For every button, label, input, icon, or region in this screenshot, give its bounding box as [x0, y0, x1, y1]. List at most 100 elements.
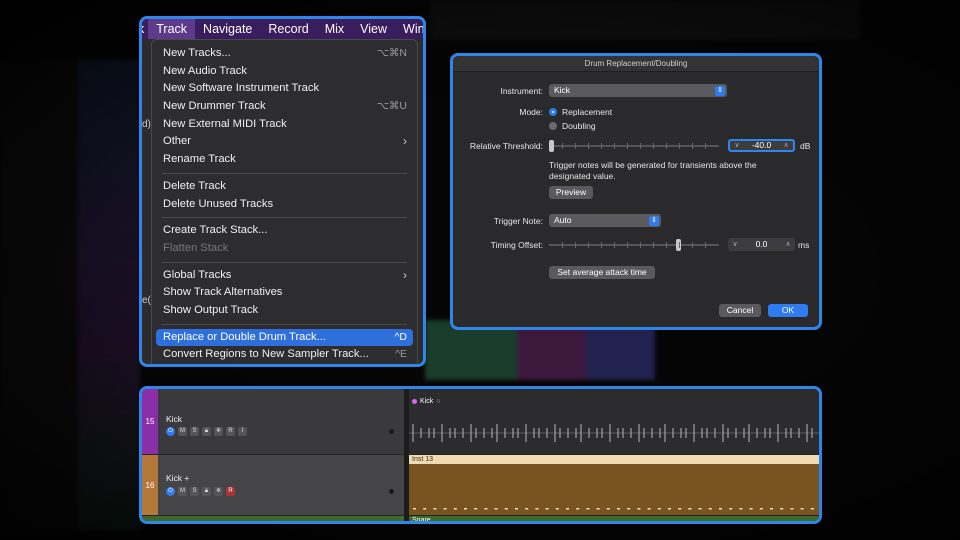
- menu-item-label: Delete Track: [163, 179, 226, 192]
- dialog-title: Drum Replacement/Doubling: [453, 56, 819, 72]
- slider-tick: [653, 143, 654, 149]
- mute-button[interactable]: M: [178, 487, 187, 496]
- menu-item-label: Flatten Stack: [163, 241, 229, 254]
- menubar-item-window[interactable]: Window: [395, 19, 423, 39]
- decrement-icon[interactable]: ∨: [732, 141, 742, 150]
- menu-item[interactable]: Delete Unused Tracks: [152, 196, 417, 214]
- instrument-popup[interactable]: Kick ⇕: [549, 84, 727, 97]
- record-button[interactable]: R: [226, 427, 235, 436]
- midi-note: [525, 508, 529, 510]
- slider-tick: [627, 143, 628, 149]
- midi-note: [596, 508, 600, 510]
- increment-icon[interactable]: ∧: [783, 238, 793, 251]
- solo-button[interactable]: S: [190, 487, 199, 496]
- threshold-label: Relative Threshold:: [469, 141, 543, 151]
- decrement-icon[interactable]: ∨: [730, 238, 740, 251]
- solo-button[interactable]: S: [190, 427, 199, 436]
- menu-item[interactable]: Global Tracks ›: [152, 267, 417, 285]
- menu-item-label: New External MIDI Track: [163, 117, 287, 130]
- menu-item[interactable]: New Audio Track: [152, 63, 417, 81]
- menubar-item-track[interactable]: Track: [148, 19, 196, 39]
- midi-note: [453, 508, 457, 510]
- instrument-value: Kick: [554, 85, 571, 95]
- menubar-item-view[interactable]: View: [352, 19, 395, 39]
- timing-offset-slider[interactable]: [549, 239, 719, 251]
- menu-item[interactable]: Replace or Double Drum Track... ^D: [156, 328, 413, 347]
- activity-led: [389, 429, 394, 434]
- mode-doubling-radio[interactable]: Doubling: [549, 121, 596, 131]
- track-name[interactable]: Kick +: [166, 473, 189, 483]
- menubar-item-mix[interactable]: Mix: [317, 19, 352, 39]
- threshold-field[interactable]: ∨ -40.0 ∧: [728, 139, 795, 152]
- midi-note: [647, 508, 651, 510]
- loop-icon: ○: [436, 398, 441, 405]
- menu-item[interactable]: Convert Regions to New Sampler Track... ^…: [152, 346, 417, 364]
- set-average-attack-button[interactable]: Set average attack time: [549, 266, 655, 279]
- midi-note: [678, 508, 682, 510]
- menu-item[interactable]: Delete Track: [152, 178, 417, 196]
- preview-button[interactable]: Preview: [549, 186, 593, 199]
- track-row[interactable]: 16 Kick + ⏻ M S 🔒︎ ❄ R: [142, 455, 404, 515]
- mode-label: Mode:: [519, 107, 543, 117]
- slider-tick: [562, 242, 563, 248]
- track-name[interactable]: Kick: [166, 414, 182, 424]
- slider-tick: [679, 242, 680, 248]
- track-number: 15: [142, 389, 158, 454]
- ok-button[interactable]: OK: [768, 304, 808, 317]
- midi-note: [627, 508, 631, 510]
- track-row[interactable]: 15 Kick ⏻ M S 🔒︎ ❄ R I: [142, 389, 404, 454]
- region-label: Kick ○: [412, 398, 440, 405]
- power-icon[interactable]: ⏻: [166, 487, 175, 496]
- midi-note: [637, 508, 641, 510]
- midi-note: [800, 508, 804, 510]
- radio-label: Replacement: [562, 107, 613, 117]
- freeze-icon[interactable]: ❄: [214, 427, 223, 436]
- power-icon[interactable]: ⏻: [166, 427, 175, 436]
- menu-item-label: Global Tracks: [163, 268, 232, 281]
- menubar-item-record[interactable]: Record: [260, 19, 316, 39]
- peek-text: d): [142, 119, 151, 130]
- midi-note: [484, 508, 488, 510]
- menu-item[interactable]: Rename Track: [152, 151, 417, 169]
- record-button[interactable]: R: [226, 487, 235, 496]
- menu-item[interactable]: Show Track Alternatives: [152, 284, 417, 302]
- menu-item[interactable]: New Tracks... ⌥⌘N: [152, 45, 417, 63]
- region-kick[interactable]: Kick ○: [409, 389, 819, 454]
- lock-icon[interactable]: 🔒︎: [202, 427, 211, 436]
- menu-item[interactable]: New Software Instrument Track: [152, 80, 417, 98]
- midi-note: [515, 508, 518, 510]
- midi-note: [770, 508, 773, 510]
- threshold-slider[interactable]: [549, 140, 719, 152]
- mute-button[interactable]: M: [178, 427, 187, 436]
- track-number: 16: [142, 455, 158, 515]
- region-inst-13[interactable]: Inst 13: [409, 455, 819, 515]
- midi-note: [810, 508, 814, 510]
- midi-note: [413, 508, 416, 510]
- timing-offset-field[interactable]: ∨ 0.0 ∧: [728, 238, 795, 251]
- trigger-note-popup[interactable]: Auto ⇕: [549, 214, 661, 227]
- midi-note: [464, 508, 467, 510]
- menu-item[interactable]: New External MIDI Track: [152, 116, 417, 134]
- radio-label: Doubling: [562, 121, 596, 131]
- menu-item[interactable]: New Drummer Track ⌥⌘U: [152, 98, 417, 116]
- menu-item[interactable]: Other ›: [152, 133, 417, 151]
- threshold-value: -40.0: [751, 140, 772, 150]
- menu-item[interactable]: Create Track Stack...: [152, 222, 417, 240]
- menu-item-shortcut: ⌥⌘U: [376, 100, 407, 113]
- slider-knob[interactable]: [549, 140, 554, 152]
- slider-tick: [614, 143, 615, 149]
- cancel-button[interactable]: Cancel: [719, 304, 761, 317]
- lock-icon[interactable]: 🔒︎: [202, 487, 211, 496]
- popup-arrows-icon: ⇕: [649, 215, 659, 226]
- region-snare[interactable]: Snare: [409, 516, 819, 521]
- input-monitor-button[interactable]: I: [238, 427, 247, 436]
- midi-note: [719, 508, 722, 510]
- slider-tick: [653, 242, 654, 248]
- menu-item[interactable]: Show Output Track: [152, 302, 417, 320]
- menu-separator: [162, 172, 407, 174]
- increment-icon[interactable]: ∧: [781, 141, 791, 150]
- mode-replacement-radio[interactable]: Replacement: [549, 107, 612, 117]
- menubar-item-navigate[interactable]: Navigate: [195, 19, 260, 39]
- freeze-icon[interactable]: ❄: [214, 487, 223, 496]
- menu-item-shortcut: ^D: [394, 330, 407, 343]
